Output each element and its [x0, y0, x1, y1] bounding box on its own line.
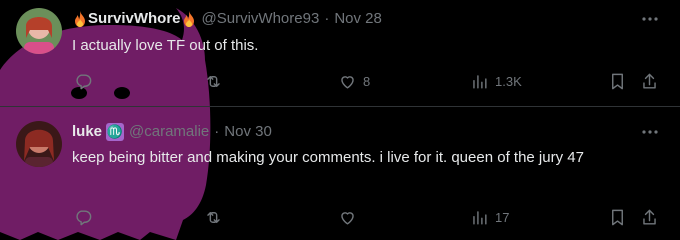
tweet-date[interactable]: Nov 30 — [224, 122, 272, 142]
view-count: 1.3K — [495, 73, 522, 89]
like-count: 8 — [363, 73, 371, 89]
share-icon — [643, 73, 656, 89]
tweet-text: I actually love TF out of this. — [72, 37, 259, 54]
like-button[interactable] — [338, 205, 363, 229]
bookmark-icon — [612, 209, 623, 225]
avatar[interactable] — [16, 8, 62, 54]
tweet-actions: 17 — [66, 205, 666, 229]
tweet-2[interactable]: luke ♏ @caramalie · Nov 30 keep being bi… — [0, 108, 680, 240]
share-button[interactable] — [640, 69, 659, 93]
views-button[interactable]: 1.3K — [470, 69, 522, 93]
separator-dot: · — [214, 123, 220, 140]
heart-icon — [341, 211, 354, 225]
separator-dot: · — [324, 10, 330, 27]
retweet-button[interactable] — [204, 69, 229, 93]
tweet-1[interactable]: SurvivWhore @SurvivWhore93 · Nov 28 I ac… — [0, 0, 680, 106]
view-count: 17 — [495, 209, 510, 225]
like-button[interactable]: 8 — [338, 69, 370, 93]
fire-emoji-icon — [75, 11, 85, 27]
tweet-actions: 8 1.3K — [66, 69, 666, 93]
display-name[interactable]: luke — [72, 122, 102, 142]
retweet-icon — [207, 211, 220, 223]
display-name[interactable]: SurvivWhore — [88, 9, 181, 29]
scorpio-zodiac-icon: ♏ — [106, 123, 125, 141]
tweet-divider — [0, 106, 680, 107]
fire-emoji-icon — [183, 11, 194, 27]
views-icon — [473, 210, 487, 225]
bookmark-button[interactable] — [608, 205, 627, 229]
retweet-button[interactable] — [204, 205, 229, 229]
tweet-header: luke ♏ @caramalie · Nov 30 — [72, 122, 272, 142]
user-handle[interactable]: @SurvivWhore93 — [202, 9, 320, 29]
views-icon — [473, 74, 487, 89]
more-icon[interactable] — [640, 122, 660, 142]
avatar[interactable] — [16, 121, 62, 167]
share-button[interactable] — [640, 205, 659, 229]
reply-icon — [76, 209, 92, 225]
bookmark-icon — [612, 73, 623, 89]
heart-icon — [341, 75, 354, 89]
tweet-text: keep being bitter and making your commen… — [72, 149, 584, 166]
tweet-date[interactable]: Nov 28 — [334, 9, 382, 29]
bookmark-button[interactable] — [608, 69, 627, 93]
tweet-header: SurvivWhore @SurvivWhore93 · Nov 28 — [72, 9, 382, 29]
retweet-icon — [207, 75, 220, 87]
more-icon[interactable] — [640, 9, 660, 29]
reply-button[interactable] — [74, 69, 99, 93]
share-icon — [643, 209, 656, 225]
reply-icon — [76, 73, 92, 89]
user-handle[interactable]: @caramalie — [129, 122, 209, 142]
reply-button[interactable] — [74, 205, 99, 229]
views-button[interactable]: 17 — [470, 205, 509, 229]
